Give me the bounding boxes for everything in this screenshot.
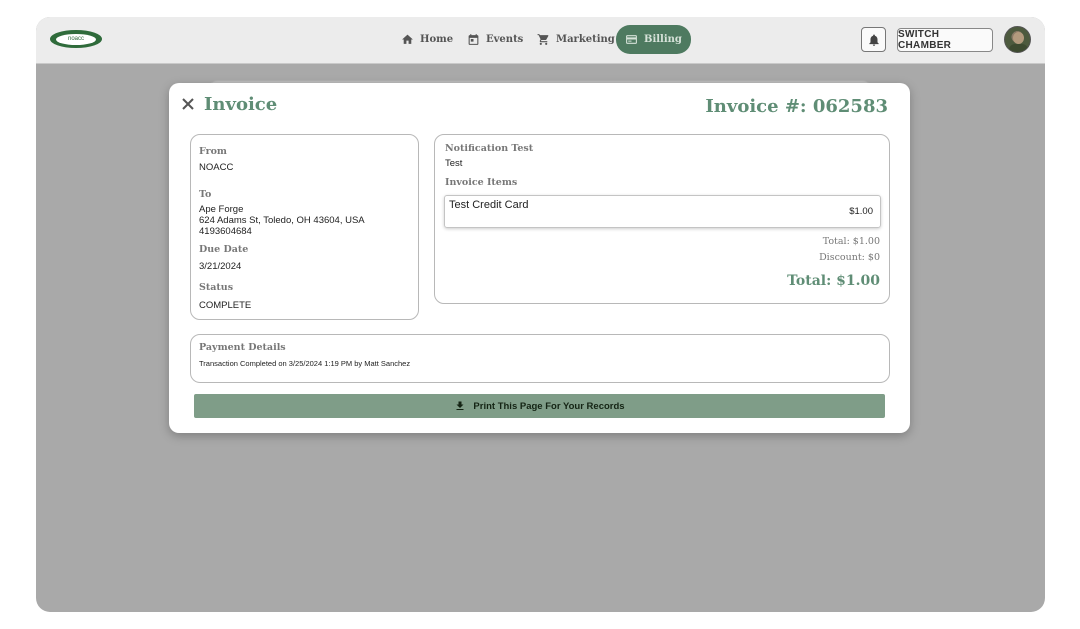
to-label: To bbox=[199, 189, 212, 200]
status-label: Status bbox=[199, 282, 234, 293]
close-icon bbox=[182, 98, 194, 110]
payment-details-label: Payment Details bbox=[199, 342, 286, 353]
close-button[interactable] bbox=[181, 97, 195, 111]
notifications-button[interactable] bbox=[861, 27, 886, 52]
cart-icon bbox=[537, 34, 549, 45]
nav-billing[interactable]: Billing bbox=[616, 25, 691, 54]
user-avatar[interactable] bbox=[1004, 26, 1031, 53]
nav-marketing[interactable]: Marketing bbox=[528, 25, 624, 54]
invoice-items-label: Invoice Items bbox=[445, 177, 518, 188]
download-icon bbox=[456, 401, 464, 410]
calendar-icon bbox=[468, 34, 479, 45]
noacc-logo[interactable]: noacc bbox=[50, 30, 102, 48]
print-button[interactable]: Print This Page For Your Records bbox=[194, 394, 885, 418]
invoice-item-row: Test Credit Card $1.00 bbox=[444, 195, 881, 228]
switch-chamber-button[interactable]: SWITCH CHAMBER bbox=[897, 28, 993, 52]
bell-icon bbox=[868, 33, 879, 46]
notification-label: Notification Test bbox=[445, 143, 534, 154]
modal-title: Invoice bbox=[204, 94, 278, 115]
billing-icon bbox=[626, 35, 637, 44]
due-date-label: Due Date bbox=[199, 244, 249, 255]
nav-marketing-label: Marketing bbox=[556, 34, 615, 45]
discount: Discount: $0 bbox=[819, 252, 880, 263]
avatar-body bbox=[1009, 44, 1028, 52]
invoice-number: Invoice #: 062583 bbox=[705, 96, 888, 117]
subtotal: Total: $1.00 bbox=[822, 236, 880, 247]
nav-home[interactable]: Home bbox=[392, 25, 462, 54]
invoice-modal: Invoice Invoice #: 062583 From NOACC To … bbox=[169, 83, 910, 433]
nav-billing-label: Billing bbox=[644, 34, 682, 45]
nav-events[interactable]: Events bbox=[458, 25, 532, 54]
home-icon bbox=[402, 34, 413, 44]
from-value: NOACC bbox=[199, 162, 234, 173]
nav-home-label: Home bbox=[420, 34, 454, 45]
top-navbar: noacc Home Events Marketing Billing SWIT… bbox=[36, 17, 1045, 64]
avatar-head bbox=[1013, 32, 1024, 44]
notification-value: Test bbox=[445, 158, 463, 169]
to-address: 624 Adams St, Toledo, OH 43604, USA bbox=[199, 215, 365, 226]
invoice-details-card: From NOACC To Ape Forge 624 Adams St, To… bbox=[190, 134, 419, 320]
to-name: Ape Forge bbox=[199, 204, 244, 215]
grand-total: Total: $1.00 bbox=[787, 273, 880, 289]
logo-text: noacc bbox=[56, 33, 96, 45]
item-price: $1.00 bbox=[849, 206, 873, 217]
print-label: Print This Page For Your Records bbox=[473, 400, 625, 412]
item-name: Test Credit Card bbox=[449, 199, 529, 211]
due-date-value: 3/21/2024 bbox=[199, 261, 242, 272]
status-value: COMPLETE bbox=[199, 300, 252, 311]
payment-details-card: Payment Details Transaction Completed on… bbox=[190, 334, 890, 383]
nav-events-label: Events bbox=[486, 34, 524, 45]
from-label: From bbox=[199, 146, 227, 157]
invoice-items-card: Notification Test Test Invoice Items Tes… bbox=[434, 134, 890, 304]
payment-details-value: Transaction Completed on 3/25/2024 1:19 … bbox=[199, 359, 411, 368]
to-phone: 4193604684 bbox=[199, 226, 252, 237]
